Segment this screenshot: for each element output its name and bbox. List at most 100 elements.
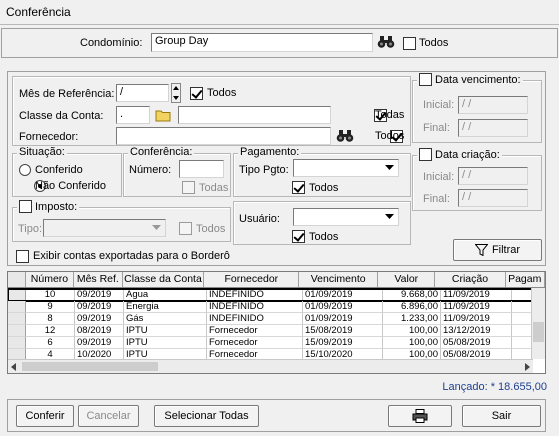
- situacao-group: Situação: Conferido Não Conferido: [12, 146, 122, 197]
- cell-classe: Energia: [124, 301, 207, 313]
- table-horizontal-scrollbar[interactable]: [8, 359, 533, 373]
- filter-panel: Mês de Referência: / Todos Classe da Con…: [7, 71, 546, 266]
- venc-inicial-input[interactable]: / /: [458, 96, 528, 114]
- table-row[interactable]: 10 09/2019 Água INDEFINIDO 01/09/2019 9.…: [8, 288, 534, 302]
- spin-down-icon[interactable]: [172, 93, 180, 102]
- vertical-scroll-thumb[interactable]: [533, 322, 544, 342]
- binoculars-icon: [336, 130, 354, 142]
- imposto-tipo-select[interactable]: [43, 219, 166, 237]
- mes-referencia-spinner[interactable]: [171, 83, 181, 103]
- pagamento-legend: Pagamento:: [238, 146, 302, 158]
- conferencia-todas-checkbox[interactable]: [182, 181, 195, 194]
- imposto-todos-label: Todos: [196, 223, 226, 235]
- imprimir-button[interactable]: [388, 405, 452, 427]
- tipo-pgto-label: Tipo Pgto:: [239, 164, 289, 176]
- fornecedor-search-button[interactable]: [335, 127, 355, 145]
- cell-numero: 12: [26, 325, 75, 337]
- cell-valor: 9.668,00: [383, 289, 441, 301]
- data-criacao-group: Data criação: Inicial: / / Final: / /: [412, 148, 542, 211]
- col-fornecedor-header[interactable]: Fornecedor: [204, 272, 300, 287]
- cell-pagamento: [512, 289, 533, 301]
- data-vencimento-label: Data vencimento:: [435, 73, 521, 86]
- row-indicator: [8, 289, 26, 301]
- cell-fornecedor: INDEFINIDO: [207, 289, 303, 301]
- imposto-checkbox[interactable]: [19, 200, 32, 213]
- conferir-button[interactable]: Conferir: [16, 405, 74, 427]
- condominio-search-button[interactable]: [376, 33, 396, 51]
- data-vencimento-group: Data vencimento: Inicial: / / Final: / /: [412, 73, 542, 143]
- conferencia-todas-label: Todas: [199, 182, 229, 194]
- data-criacao-checkbox[interactable]: [419, 148, 432, 161]
- pagamento-group: Pagamento: Tipo Pgto: Todos: [233, 146, 411, 197]
- table-vertical-scrollbar[interactable]: [531, 288, 545, 359]
- cell-criacao: 13/12/2019: [441, 325, 512, 337]
- mes-referencia-label: Mês de Referência:: [19, 88, 115, 100]
- conferencia-label: Conferência:: [130, 146, 193, 158]
- cell-mes-ref: 09/2019: [75, 313, 124, 325]
- selecionar-todas-button[interactable]: Selecionar Todas: [154, 405, 259, 427]
- cell-criacao: 11/09/2019: [441, 289, 512, 301]
- table-header: Número Mês Ref. Classe da Conta Forneced…: [8, 272, 545, 288]
- fornecedor-input[interactable]: [116, 127, 331, 145]
- situacao-label: Situação:: [19, 146, 65, 158]
- condominio-input[interactable]: Group Day: [151, 33, 373, 52]
- row-indicator: [8, 337, 26, 349]
- col-mes-ref-header[interactable]: Mês Ref.: [74, 272, 123, 287]
- cell-numero: 9: [26, 301, 75, 313]
- classe-conta-browse-button[interactable]: [153, 106, 173, 124]
- dropdown-arrow-icon[interactable]: [149, 221, 164, 235]
- filtrar-button[interactable]: Filtrar: [453, 239, 542, 261]
- criacao-final-input[interactable]: / /: [458, 189, 528, 207]
- condominio-todos-checkbox[interactable]: [403, 37, 416, 50]
- data-vencimento-checkbox[interactable]: [419, 73, 432, 86]
- imposto-todos-checkbox[interactable]: [179, 222, 192, 235]
- dropdown-arrow-icon[interactable]: [382, 161, 397, 175]
- situacao-conferido-radio[interactable]: [19, 164, 31, 177]
- scroll-right-icon[interactable]: [524, 363, 530, 371]
- table-row[interactable]: 6 09/2019 IPTU Fornecedor 15/09/2019 100…: [8, 337, 533, 349]
- classe-conta-desc-input[interactable]: [178, 106, 331, 124]
- classe-conta-code-input[interactable]: .: [116, 106, 150, 124]
- horizontal-scroll-thumb[interactable]: [22, 362, 158, 371]
- col-vencimento-header[interactable]: Vencimento: [299, 272, 379, 287]
- cell-mes-ref: 09/2019: [75, 301, 124, 313]
- mes-todos-checkbox[interactable]: [190, 87, 203, 100]
- col-criacao-header[interactable]: Criação: [435, 272, 506, 287]
- venc-inicial-label: Inicial:: [423, 99, 455, 111]
- table-row[interactable]: 8 09/2019 Gás INDEFINIDO 01/09/2019 1.23…: [8, 313, 533, 325]
- cell-vencimento: 15/08/2019: [303, 325, 383, 337]
- printer-icon: [412, 409, 428, 423]
- sair-button[interactable]: Sair: [462, 405, 541, 427]
- mes-referencia-input[interactable]: /: [116, 84, 169, 102]
- scroll-left-icon[interactable]: [11, 363, 17, 371]
- cancelar-button[interactable]: Cancelar: [78, 405, 139, 427]
- criacao-inicial-input[interactable]: / /: [458, 167, 528, 185]
- exibir-bordero-label: Exibir contas exportadas para o Borderô: [33, 250, 230, 262]
- cell-fornecedor: Fornecedor: [207, 337, 303, 349]
- table-row[interactable]: 12 08/2019 IPTU Fornecedor 15/08/2019 10…: [8, 325, 533, 337]
- cell-classe: IPTU: [124, 337, 207, 349]
- spin-up-icon[interactable]: [172, 84, 180, 93]
- tipo-pgto-select[interactable]: [293, 159, 399, 177]
- col-classe-conta-header[interactable]: Classe da Conta: [123, 272, 205, 287]
- col-valor-header[interactable]: Valor: [378, 272, 436, 287]
- usuario-select[interactable]: [293, 208, 399, 226]
- col-numero-header[interactable]: Número: [26, 272, 75, 287]
- data-criacao-label: Data criação:: [435, 148, 500, 161]
- exibir-bordero-checkbox[interactable]: [16, 250, 29, 263]
- fornecedor-todos-label: Todos: [375, 130, 405, 142]
- usuario-todos-checkbox[interactable]: [292, 230, 305, 243]
- cell-vencimento: 15/09/2019: [303, 337, 383, 349]
- pagamento-todos-checkbox[interactable]: [292, 181, 305, 194]
- situacao-nao-conferido-label: Não Conferido: [35, 180, 106, 192]
- data-vencimento-legend: Data vencimento:: [417, 73, 523, 86]
- venc-final-input[interactable]: / /: [458, 119, 528, 137]
- dropdown-arrow-icon[interactable]: [382, 210, 397, 224]
- conferencia-numero-input[interactable]: [179, 160, 224, 178]
- binoculars-icon: [377, 36, 395, 48]
- main-filters-group: Mês de Referência: / Todos Classe da Con…: [12, 76, 411, 146]
- cell-fornecedor: Fornecedor: [207, 325, 303, 337]
- cell-criacao: 05/08/2019: [441, 337, 512, 349]
- table-row[interactable]: 9 09/2019 Energia INDEFINIDO 01/09/2019 …: [8, 301, 533, 313]
- col-pagamento-header[interactable]: Pagam: [506, 272, 545, 287]
